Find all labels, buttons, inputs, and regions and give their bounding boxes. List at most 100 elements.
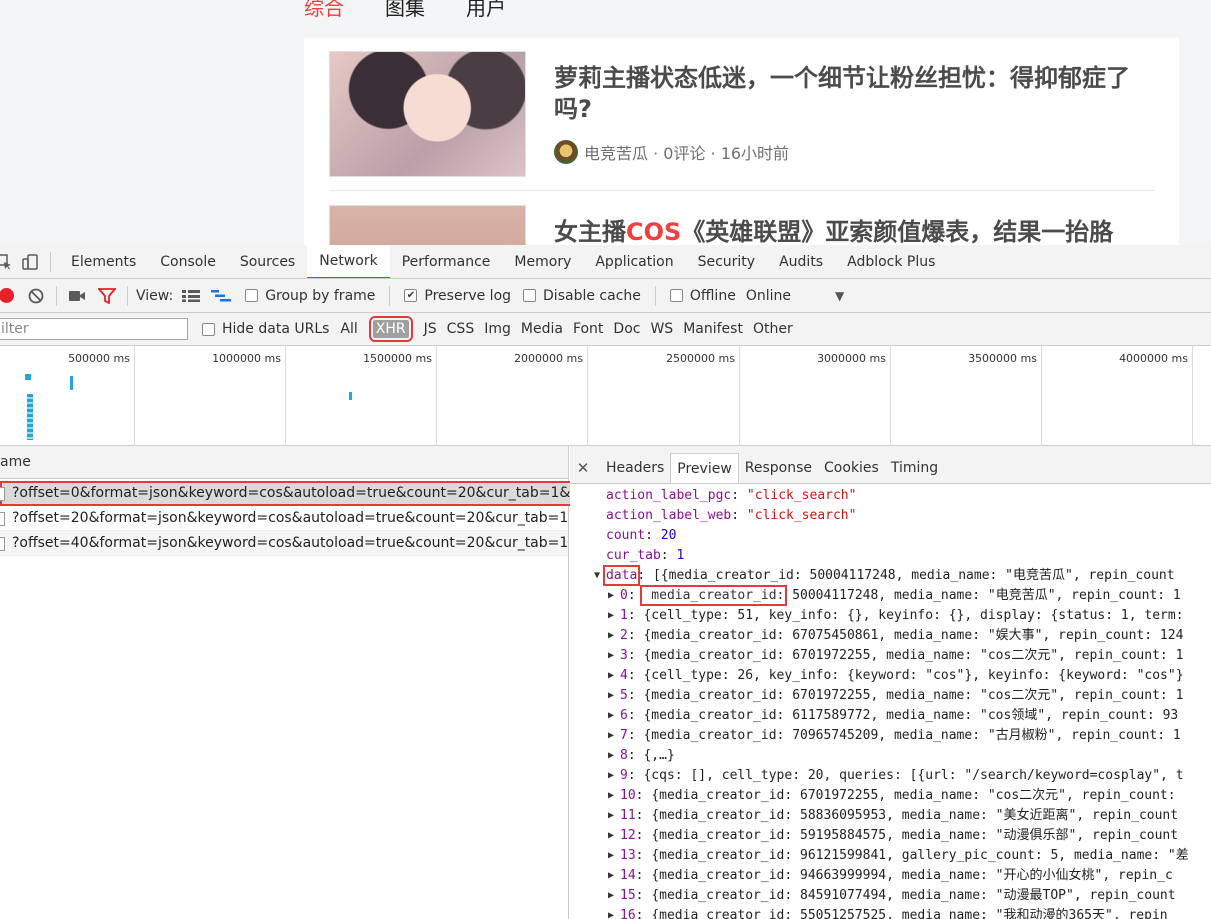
json-array-item[interactable]: ▶ 11: {media_creator_id: 58836095953, med… <box>570 806 1211 826</box>
json-property[interactable]: cur_tab: 1 <box>570 546 1211 566</box>
column-header-name[interactable]: ame <box>0 446 568 479</box>
article-title[interactable]: 女主播COS《英雄联盟》亚索颜值爆表，结果一抬胳 <box>554 217 1159 245</box>
filter-type-doc[interactable]: Doc <box>613 321 640 337</box>
collapsed-triangle-icon[interactable]: ▶ <box>608 826 614 846</box>
collapsed-triangle-icon[interactable]: ▶ <box>608 786 614 806</box>
filter-type-js[interactable]: JS <box>424 321 437 337</box>
large-rows-button[interactable] <box>179 284 203 308</box>
tab-console[interactable]: Console <box>148 245 228 278</box>
collapsed-triangle-icon[interactable]: ▶ <box>608 706 614 726</box>
request-row[interactable]: ?offset=40&format=json&keyword=cos&autol… <box>0 531 568 556</box>
json-array-item[interactable]: ▶ 4: {cell_type: 26, key_info: {keyword: … <box>570 666 1211 686</box>
disable-cache-option[interactable]: Disable cache <box>523 288 641 304</box>
collapsed-triangle-icon[interactable]: ▶ <box>608 726 614 746</box>
close-icon[interactable]: ✕ <box>574 453 592 483</box>
collapsed-triangle-icon[interactable]: ▶ <box>608 846 614 866</box>
group-by-frame-option[interactable]: Group by frame <box>245 288 375 304</box>
json-array-item[interactable]: ▶ 13: {media_creator_id: 96121599841, gal… <box>570 846 1211 866</box>
json-array-item[interactable]: ▶ 15: {media_creator_id: 84591077494, med… <box>570 886 1211 906</box>
collapsed-triangle-icon[interactable]: ▶ <box>608 746 614 766</box>
filter-type-css[interactable]: CSS <box>447 321 475 337</box>
site-tab-gallery[interactable]: 图集 <box>385 0 425 21</box>
json-preview[interactable]: action_label_pgc: "click_search" action_… <box>570 486 1211 919</box>
expanded-triangle-icon[interactable]: ▼ <box>594 566 600 586</box>
json-array-item[interactable]: ▶ 12: {media_creator_id: 59195884575, med… <box>570 826 1211 846</box>
capture-screenshots-button[interactable] <box>65 284 89 308</box>
collapsed-triangle-icon[interactable]: ▶ <box>608 686 614 706</box>
hide-data-urls-option[interactable]: Hide data URLs <box>202 321 329 337</box>
author-avatar[interactable] <box>554 140 578 164</box>
json-array-item[interactable]: ▶ 5: {media_creator_id: 6701972255, media… <box>570 686 1211 706</box>
filter-type-font[interactable]: Font <box>573 321 603 337</box>
collapsed-triangle-icon[interactable]: ▶ <box>608 866 614 886</box>
tab-response[interactable]: Response <box>739 453 818 483</box>
json-array-item[interactable]: ▶ 8: {,…} <box>570 746 1211 766</box>
json-property[interactable]: action_label_web: "click_search" <box>570 506 1211 526</box>
filter-type-xhr[interactable]: XHR <box>368 316 413 342</box>
waterfall-overview-button[interactable] <box>209 284 233 308</box>
collapsed-triangle-icon[interactable]: ▶ <box>608 766 614 786</box>
collapsed-triangle-icon[interactable]: ▶ <box>608 806 614 826</box>
json-array-item[interactable]: ▶ 9: {cqs: [], cell_type: 20, queries: [{… <box>570 766 1211 786</box>
inspect-element-icon[interactable] <box>0 250 16 274</box>
article-item[interactable]: 女主播COS《英雄联盟》亚索颜值爆表，结果一抬胳 <box>329 205 1154 245</box>
tab-sources[interactable]: Sources <box>228 245 307 278</box>
json-property[interactable]: action_label_pgc: "click_search" <box>570 486 1211 506</box>
filter-type-manifest[interactable]: Manifest <box>683 321 743 337</box>
article-title[interactable]: 萝莉主播状态低迷，一个细节让粉丝担忧：得抑郁症了吗? <box>554 63 1159 125</box>
device-toolbar-icon[interactable] <box>18 250 42 274</box>
tab-headers[interactable]: Headers <box>600 453 670 483</box>
record-button[interactable] <box>0 284 18 308</box>
tab-audits[interactable]: Audits <box>767 245 835 278</box>
preserve-log-checkbox[interactable]: ✔ <box>404 289 418 302</box>
tab-elements[interactable]: Elements <box>59 245 148 278</box>
json-property-data[interactable]: ▼ data: [{media_creator_id: 50004117248, … <box>570 565 1211 586</box>
throttling-select[interactable]: Online ▼ <box>746 288 844 304</box>
filter-type-img[interactable]: Img <box>484 321 511 337</box>
collapsed-triangle-icon[interactable]: ▶ <box>608 646 614 666</box>
collapsed-triangle-icon[interactable]: ▶ <box>608 666 614 686</box>
offline-checkbox[interactable] <box>669 289 683 302</box>
article-thumbnail[interactable] <box>329 205 526 245</box>
json-array-item[interactable]: ▶ 10: {media_creator_id: 6701972255, medi… <box>570 786 1211 806</box>
tab-security[interactable]: Security <box>686 245 768 278</box>
tab-memory[interactable]: Memory <box>502 245 583 278</box>
site-tab-users[interactable]: 用户 <box>466 0 506 21</box>
tab-application[interactable]: Application <box>583 245 685 278</box>
tab-cookies[interactable]: Cookies <box>818 453 885 483</box>
site-tab-comprehensive[interactable]: 综合 <box>304 0 344 21</box>
json-property[interactable]: count: 20 <box>570 526 1211 546</box>
clear-button[interactable] <box>24 284 48 308</box>
collapsed-triangle-icon[interactable]: ▶ <box>608 586 614 606</box>
network-overview-timeline[interactable]: 500000 ms 1000000 ms 1500000 ms 2000000 … <box>0 346 1211 446</box>
json-array-item[interactable]: ▶ 6: {media_creator_id: 6117589772, media… <box>570 706 1211 726</box>
collapsed-triangle-icon[interactable]: ▶ <box>608 906 614 919</box>
json-array-item[interactable]: ▶ 14: {media_creator_id: 94663999994, med… <box>570 866 1211 886</box>
article-item[interactable]: 萝莉主播状态低迷，一个细节让粉丝担忧：得抑郁症了吗? 电竞苦瓜 · 0评论 · … <box>329 51 1154 191</box>
request-row[interactable]: ?offset=20&format=json&keyword=cos&autol… <box>0 506 568 531</box>
json-array-item[interactable]: ▶ 0: media_creator_id: 50004117248, media… <box>570 585 1211 606</box>
filter-type-media[interactable]: Media <box>521 321 563 337</box>
hide-data-urls-checkbox[interactable] <box>202 322 215 336</box>
tab-network[interactable]: Network <box>307 245 390 278</box>
group-by-frame-checkbox[interactable] <box>245 289 259 302</box>
collapsed-triangle-icon[interactable]: ▶ <box>608 606 614 626</box>
tab-adblock-plus[interactable]: Adblock Plus <box>835 245 947 278</box>
disable-cache-checkbox[interactable] <box>523 289 537 302</box>
offline-option[interactable]: Offline <box>669 288 736 304</box>
json-array-item[interactable]: ▶ 7: {media_creator_id: 70965745209, medi… <box>570 726 1211 746</box>
json-array-item[interactable]: ▶ 2: {media_creator_id: 67075450861, medi… <box>570 626 1211 646</box>
json-array-item[interactable]: ▶ 1: {cell_type: 51, key_info: {}, keyinf… <box>570 606 1211 626</box>
filter-toggle-button[interactable] <box>95 284 119 308</box>
filter-type-other[interactable]: Other <box>753 321 793 337</box>
collapsed-triangle-icon[interactable]: ▶ <box>608 626 614 646</box>
tab-timing[interactable]: Timing <box>885 453 944 483</box>
filter-type-ws[interactable]: WS <box>650 321 673 337</box>
filter-input[interactable]: ilter <box>0 318 188 340</box>
collapsed-triangle-icon[interactable]: ▶ <box>608 886 614 906</box>
request-row[interactable]: ?offset=0&format=json&keyword=cos&autolo… <box>0 481 574 506</box>
filter-type-all[interactable]: All <box>340 321 357 337</box>
tab-performance[interactable]: Performance <box>390 245 503 278</box>
json-array-item[interactable]: ▶ 3: {media_creator_id: 6701972255, media… <box>570 646 1211 666</box>
article-thumbnail[interactable] <box>329 51 526 177</box>
